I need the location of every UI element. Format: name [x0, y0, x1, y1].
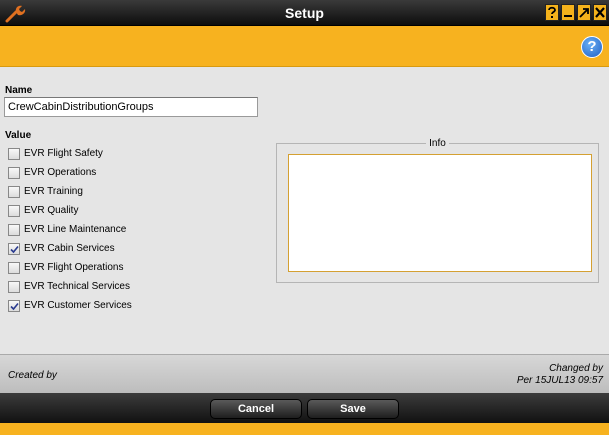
checkbox[interactable] [8, 280, 20, 293]
checkbox-label: EVR Technical Services [24, 281, 130, 292]
checkbox[interactable] [8, 299, 20, 312]
bottom-band [0, 423, 609, 435]
checkbox[interactable] [8, 166, 20, 179]
info-textarea[interactable] [288, 154, 592, 272]
window-help-button[interactable] [545, 4, 559, 21]
changed-by-info: Changed by Per 15JUL13 09:57 [517, 363, 603, 387]
close-button[interactable] [593, 4, 607, 21]
changed-by-label: Changed by [549, 363, 603, 374]
value-checklist: EVR Flight Safety EVR Operations EVR Train… [8, 144, 132, 315]
checkbox-row[interactable]: EVR Customer Services [8, 296, 132, 315]
checkbox-label: EVR Customer Services [24, 300, 132, 311]
checkbox[interactable] [8, 147, 20, 160]
checkbox[interactable] [8, 204, 20, 217]
value-label: Value [5, 130, 32, 141]
created-by-label: Created by [8, 370, 57, 381]
window-controls [545, 4, 607, 21]
question-icon [548, 6, 556, 18]
checkbox-row[interactable]: EVR Line Maintenance [8, 220, 132, 239]
checkbox[interactable] [8, 223, 20, 236]
minimize-icon [564, 15, 572, 17]
checkbox[interactable] [8, 242, 20, 255]
action-bar: Cancel Save [0, 393, 609, 423]
name-label: Name [5, 85, 33, 96]
checkbox-label: EVR Quality [24, 205, 79, 216]
maximize-button[interactable] [577, 4, 591, 21]
checkbox-label: EVR Line Maintenance [24, 224, 127, 235]
expand-arrow-icon [579, 8, 589, 18]
name-input[interactable] [4, 97, 258, 117]
cancel-button[interactable]: Cancel [210, 399, 302, 419]
checkmark-icon [10, 302, 19, 310]
checkbox-label: EVR Cabin Services [24, 243, 115, 254]
title-bar: Setup [0, 0, 609, 26]
help-icon[interactable]: ? [581, 36, 603, 58]
checkbox-row[interactable]: EVR Flight Operations [8, 258, 132, 277]
close-icon [595, 7, 605, 18]
checkbox-label: EVR Training [24, 186, 83, 197]
checkbox-row[interactable]: EVR Technical Services [8, 277, 132, 296]
checkmark-icon [10, 245, 19, 253]
info-label: Info [426, 138, 449, 149]
checkbox-row[interactable]: EVR Flight Safety [8, 144, 132, 163]
checkbox-label: EVR Flight Operations [24, 262, 124, 273]
checkbox-row[interactable]: EVR Quality [8, 201, 132, 220]
checkbox[interactable] [8, 261, 20, 274]
header-band: ? [0, 26, 609, 67]
audit-bar: Created by Changed by Per 15JUL13 09:57 [0, 354, 609, 393]
checkbox-row[interactable]: EVR Operations [8, 163, 132, 182]
info-group: Info [276, 138, 599, 283]
minimize-button[interactable] [561, 4, 575, 21]
save-button[interactable]: Save [307, 399, 399, 419]
checkbox-label: EVR Flight Safety [24, 148, 103, 159]
changed-by-value: Per 15JUL13 09:57 [516, 375, 603, 386]
window-title: Setup [285, 5, 324, 21]
checkbox-row[interactable]: EVR Cabin Services [8, 239, 132, 258]
checkbox-row[interactable]: EVR Training [8, 182, 132, 201]
checkbox-label: EVR Operations [24, 167, 97, 178]
checkbox[interactable] [8, 185, 20, 198]
